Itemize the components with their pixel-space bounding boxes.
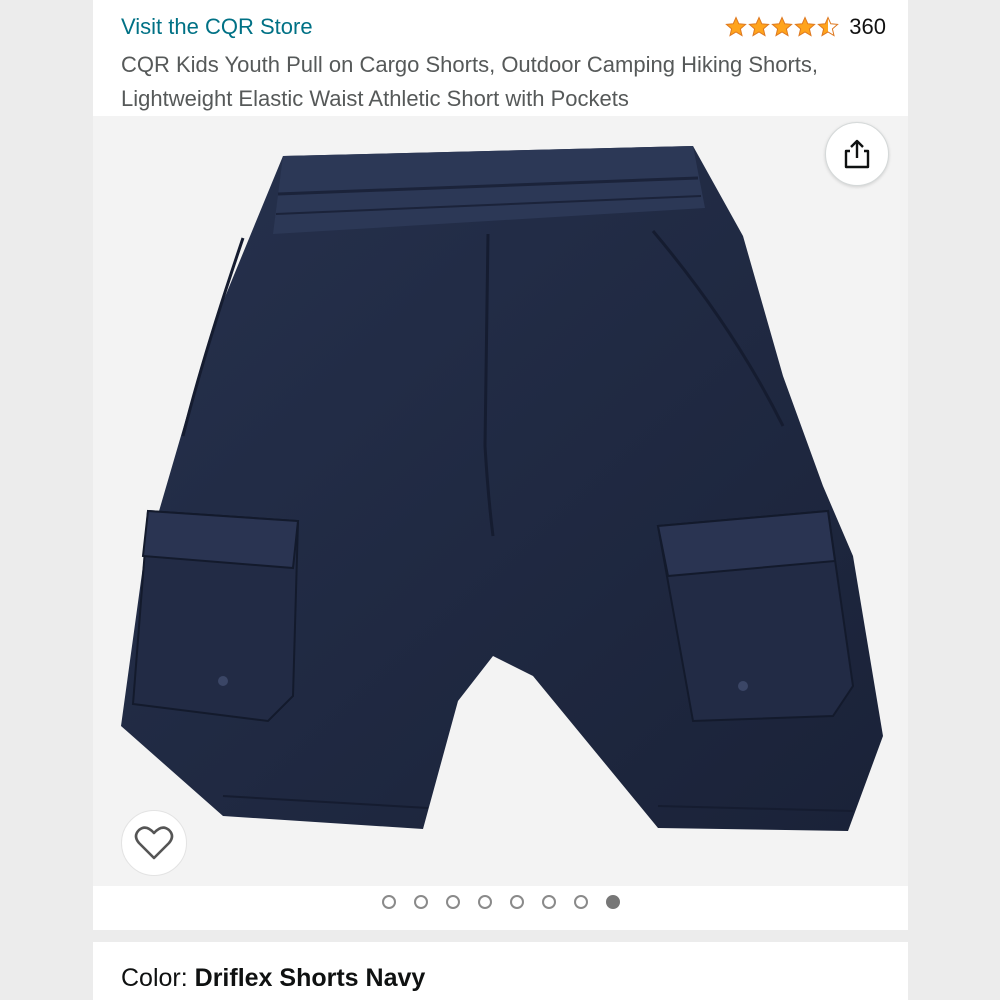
pagination-dot[interactable] [381, 895, 396, 909]
star-icon [771, 16, 794, 37]
product-card: Visit the CQR Store 360 CQR Kids Youth P… [93, 0, 908, 930]
color-value: Driflex Shorts Navy [194, 964, 426, 992]
pagination-dot[interactable] [605, 895, 620, 909]
image-pagination [93, 895, 908, 909]
star-rating [725, 16, 840, 38]
share-button[interactable] [825, 122, 889, 186]
shorts-image [121, 146, 883, 831]
heart-icon [134, 826, 174, 860]
store-link[interactable]: Visit the CQR Store [121, 14, 313, 40]
pagination-dot[interactable] [509, 895, 524, 909]
favorite-button[interactable] [121, 810, 187, 876]
pagination-dot[interactable] [445, 895, 460, 909]
pagination-dot[interactable] [477, 895, 492, 909]
pagination-dot[interactable] [541, 895, 556, 909]
rating-count[interactable]: 360 [849, 14, 886, 40]
star-icon [725, 16, 748, 37]
share-icon [844, 139, 870, 169]
star-icon [748, 16, 771, 37]
product-title: CQR Kids Youth Pull on Cargo Shorts, Out… [121, 52, 819, 111]
star-icon [794, 16, 817, 37]
product-image[interactable] [93, 116, 908, 886]
pagination-dot[interactable] [413, 895, 428, 909]
rating[interactable]: 360 [725, 14, 886, 40]
variant-card: Color: Driflex Shorts Navy [93, 942, 908, 1000]
star-icon [817, 16, 840, 37]
color-label: Color: [121, 964, 195, 992]
color-selection: Color: Driflex Shorts Navy [121, 964, 425, 993]
pagination-dot[interactable] [573, 895, 588, 909]
